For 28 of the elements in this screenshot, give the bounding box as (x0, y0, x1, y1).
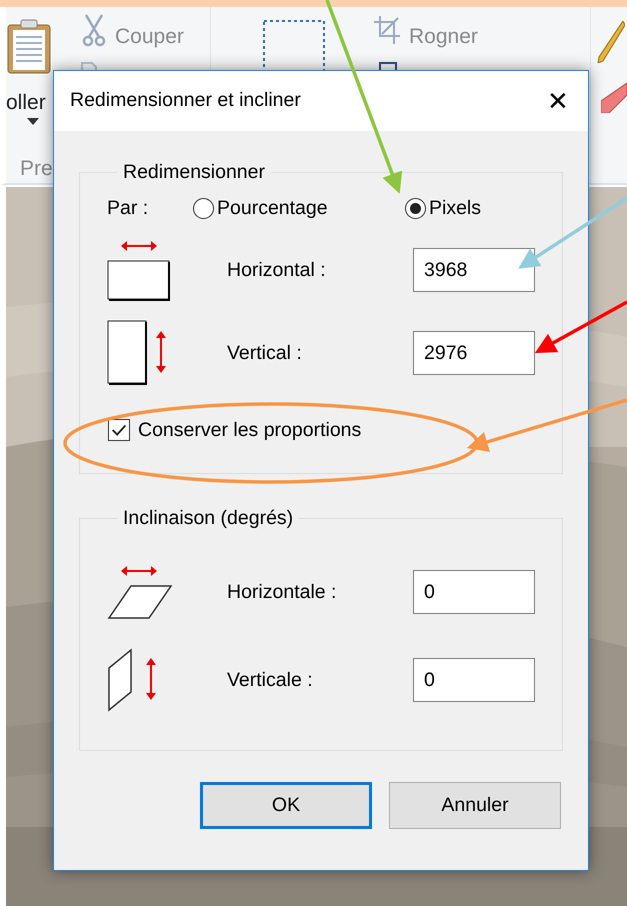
radio-option[interactable]: Pourcentage (193, 194, 405, 224)
field-label: Horizontale : (227, 580, 336, 603)
group-label: Pre (20, 156, 53, 182)
cancel-button[interactable]: Annuler (389, 782, 561, 829)
radio-option[interactable]: Pixels (405, 194, 482, 224)
number-field[interactable]: 0 (413, 658, 535, 702)
window-title: Redimensionner et incliner (70, 88, 301, 114)
vertical-resize-icon (107, 320, 167, 386)
caret-icon[interactable] (27, 118, 39, 125)
horizontal-resize-icon (107, 239, 171, 302)
field-label: Vertical : (227, 342, 302, 364)
number-field[interactable]: 0 (413, 570, 535, 614)
ok-button[interactable]: OK (200, 782, 372, 829)
field-label: Verticale : (227, 668, 313, 691)
field-label: Horizontal : (227, 258, 326, 281)
group-title: Inclinaison (degrés) (122, 507, 294, 530)
resize-icon[interactable] (379, 62, 397, 70)
pencil-icon[interactable] (597, 21, 625, 63)
horizontal-skew-icon (107, 564, 173, 620)
checkbox[interactable] (108, 419, 130, 442)
eraser-icon[interactable] (601, 83, 627, 113)
paste-button[interactable]: oller (6, 87, 46, 118)
close-button[interactable]: ✕ (528, 71, 588, 131)
number-field[interactable]: 2976 (413, 331, 535, 376)
group-title: Redimensionner (122, 161, 266, 184)
number-field[interactable]: 3968 (413, 248, 535, 292)
field-label: Par : (107, 196, 150, 221)
checkbox-option[interactable]: Conserver les proportions (108, 416, 362, 446)
